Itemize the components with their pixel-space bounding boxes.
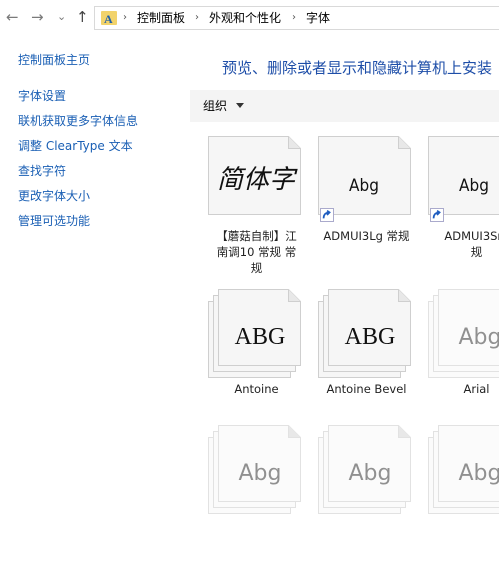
font-name-line: Antoine	[234, 382, 279, 396]
font-name-label: 【蘑菇自制】江 南调10 常规 常规	[208, 228, 305, 276]
breadcrumb-item-control-panel[interactable]: 控制面板	[137, 10, 185, 26]
organize-button[interactable]: 组织	[203, 98, 227, 114]
font-tile[interactable]: Abg ADMUI3Lg 常规	[318, 136, 415, 276]
page-heading: 预览、删除或者显示和隐藏计算机上安装	[222, 59, 493, 77]
font-name-label: Antoine	[208, 381, 305, 397]
font-name-label: Arial	[428, 381, 499, 397]
sidebar-link-font-settings[interactable]: 字体设置	[18, 88, 66, 104]
font-name-label: Antoine Bevel	[318, 381, 415, 397]
font-tile[interactable]: Abg ADMUI3Sm 规	[428, 136, 499, 276]
font-sample-text: Abg	[459, 176, 489, 196]
font-name-line: Antoine Bevel	[326, 382, 407, 396]
font-sample-text: Abg	[349, 461, 392, 486]
forward-button[interactable]: →	[31, 9, 44, 25]
shortcut-arrow-icon	[320, 208, 334, 222]
address-box[interactable]: A › 控制面板 › 外观和个性化 › 字体	[94, 6, 499, 30]
breadcrumb-separator: ›	[292, 12, 296, 23]
fonts-folder-icon: A	[101, 11, 117, 26]
command-toolbar: 组织	[190, 90, 499, 122]
font-name-line: 【蘑菇自制】江	[216, 229, 297, 243]
font-name-line: 南调10 常规 常	[216, 245, 297, 259]
breadcrumb-separator: ›	[195, 12, 199, 23]
font-family-stack-icon: Abg	[318, 425, 411, 514]
sidebar-link-more-font-info[interactable]: 联机获取更多字体信息	[18, 113, 138, 129]
font-name-line: 规	[250, 261, 263, 275]
font-sample-text: Abg	[239, 461, 282, 486]
back-button[interactable]: ←	[6, 9, 19, 25]
sidebar-link-find-character[interactable]: 查找字符	[18, 163, 66, 179]
font-sample-text: Abg	[349, 176, 379, 196]
up-button[interactable]: ↑	[76, 9, 89, 25]
font-sample-text: Abg	[459, 461, 499, 486]
font-family-stack-icon: ABG	[318, 289, 411, 378]
breadcrumb-item-appearance[interactable]: 外观和个性化	[209, 10, 281, 26]
font-sample-text: Abg	[459, 325, 499, 350]
font-sample-text: 简体字	[217, 165, 298, 195]
sidebar-link-change-font-size[interactable]: 更改字体大小	[18, 188, 90, 204]
sidebar-home-link[interactable]: 控制面板主页	[18, 52, 90, 68]
font-tile[interactable]: Abg	[208, 425, 305, 565]
font-family-stack-icon: Abg	[428, 289, 499, 378]
font-tile[interactable]: 简体字【蘑菇自制】江 南调10 常规 常规	[208, 136, 305, 276]
font-name-line: ADMUI3Sm	[444, 229, 499, 243]
font-tile[interactable]: ABG Antoine Bevel	[318, 289, 415, 429]
chevron-down-icon	[236, 103, 244, 108]
font-tile[interactable]: Abg	[318, 425, 415, 565]
font-file-icon: 简体字	[208, 136, 301, 215]
sidebar-link-cleartype[interactable]: 调整 ClearType 文本	[18, 138, 133, 154]
shortcut-arrow-icon	[430, 208, 444, 222]
dropdown-chevron-icon[interactable]: ⌄	[57, 9, 66, 25]
font-family-stack-icon: Abg	[428, 425, 499, 514]
breadcrumb-separator: ›	[123, 12, 127, 23]
font-name-line: Arial	[463, 382, 490, 396]
font-tile[interactable]: ABG Antoine	[208, 289, 305, 429]
breadcrumb-item-fonts[interactable]: 字体	[306, 10, 330, 26]
font-name-line: 规	[470, 245, 483, 259]
font-tile[interactable]: Abg Arial	[428, 289, 499, 429]
font-name-line: ADMUI3Lg 常规	[323, 229, 410, 243]
font-family-stack-icon: Abg	[208, 425, 301, 514]
font-tile[interactable]: Abg	[428, 425, 499, 565]
font-sample-text: ABG	[235, 324, 286, 350]
font-name-label: ADMUI3Sm 规	[428, 228, 499, 260]
sidebar-link-optional-features[interactable]: 管理可选功能	[18, 213, 90, 229]
address-bar: ← → ⌄ ↑ A › 控制面板 › 外观和个性化 › 字体	[0, 0, 499, 36]
font-sample-text: ABG	[345, 324, 396, 350]
svg-text:A: A	[104, 12, 113, 26]
font-name-label: ADMUI3Lg 常规	[318, 228, 415, 244]
font-family-stack-icon: ABG	[208, 289, 301, 378]
